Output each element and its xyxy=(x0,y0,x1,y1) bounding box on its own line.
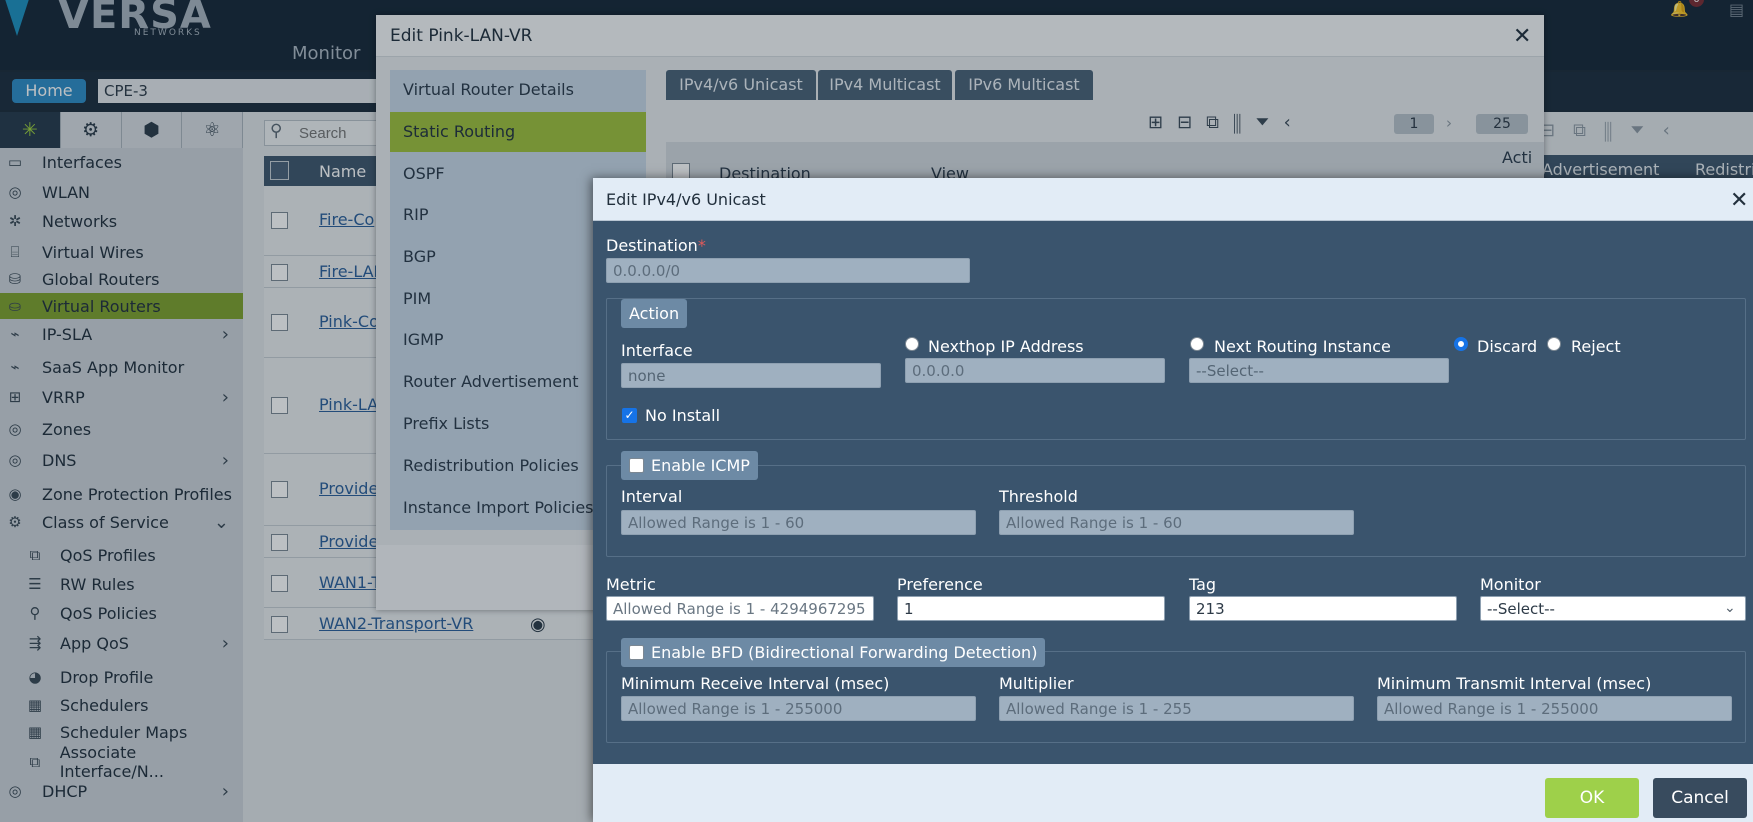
next-routing-instance-select[interactable] xyxy=(1189,358,1449,383)
preference-input[interactable] xyxy=(897,596,1165,621)
required-marker: * xyxy=(697,236,706,255)
multiplier-label: Multiplier xyxy=(999,674,1074,693)
destination-input[interactable] xyxy=(606,258,970,283)
threshold-label: Threshold xyxy=(999,487,1078,506)
next-routing-instance-label: Next Routing Instance xyxy=(1214,337,1391,356)
enable-bfd-checkbox[interactable] xyxy=(629,645,644,660)
min-receive-interval-label: Minimum Receive Interval (msec) xyxy=(621,674,890,693)
tag-input[interactable] xyxy=(1189,596,1457,621)
dialog-title: Edit IPv4/v6 Unicast xyxy=(606,190,766,209)
no-install-checkbox[interactable]: ✓ xyxy=(622,408,637,423)
metric-input[interactable] xyxy=(606,596,874,621)
cancel-button[interactable]: Cancel xyxy=(1653,778,1747,818)
nexthop-input[interactable] xyxy=(905,358,1165,383)
reject-label: Reject xyxy=(1571,337,1621,356)
tag-label: Tag xyxy=(1189,575,1217,594)
preference-label: Preference xyxy=(897,575,983,594)
interface-label: Interface xyxy=(621,341,693,360)
enable-icmp-checkbox[interactable] xyxy=(629,458,644,473)
monitor-label: Monitor xyxy=(1480,575,1541,594)
dialog-header xyxy=(593,178,1753,221)
no-install-label: No Install xyxy=(645,406,721,425)
min-receive-interval-input[interactable] xyxy=(621,696,976,721)
nexthop-radio[interactable] xyxy=(905,337,919,351)
ok-button[interactable]: OK xyxy=(1545,778,1639,818)
reject-radio[interactable] xyxy=(1547,337,1561,351)
multiplier-input[interactable] xyxy=(999,696,1354,721)
min-transmit-interval-label: Minimum Transmit Interval (msec) xyxy=(1377,674,1652,693)
monitor-select[interactable] xyxy=(1480,596,1746,621)
chevron-down-icon: ⌄ xyxy=(1724,600,1736,616)
close-icon[interactable]: ✕ xyxy=(1730,188,1748,213)
action-legend: Action xyxy=(621,299,688,328)
discard-label: Discard xyxy=(1477,337,1538,356)
destination-label: Destination* xyxy=(606,236,706,255)
metric-label: Metric xyxy=(606,575,656,594)
next-routing-instance-radio[interactable] xyxy=(1190,337,1204,351)
nexthop-label: Nexthop IP Address xyxy=(928,337,1084,356)
min-transmit-interval-input[interactable] xyxy=(1377,696,1732,721)
interval-label: Interval xyxy=(621,487,683,506)
threshold-input[interactable] xyxy=(999,510,1354,535)
interval-input[interactable] xyxy=(621,510,976,535)
interface-select[interactable] xyxy=(621,363,881,388)
discard-radio[interactable] xyxy=(1454,337,1468,351)
enable-bfd-legend: Enable BFD (Bidirectional Forwarding Det… xyxy=(621,638,1046,667)
